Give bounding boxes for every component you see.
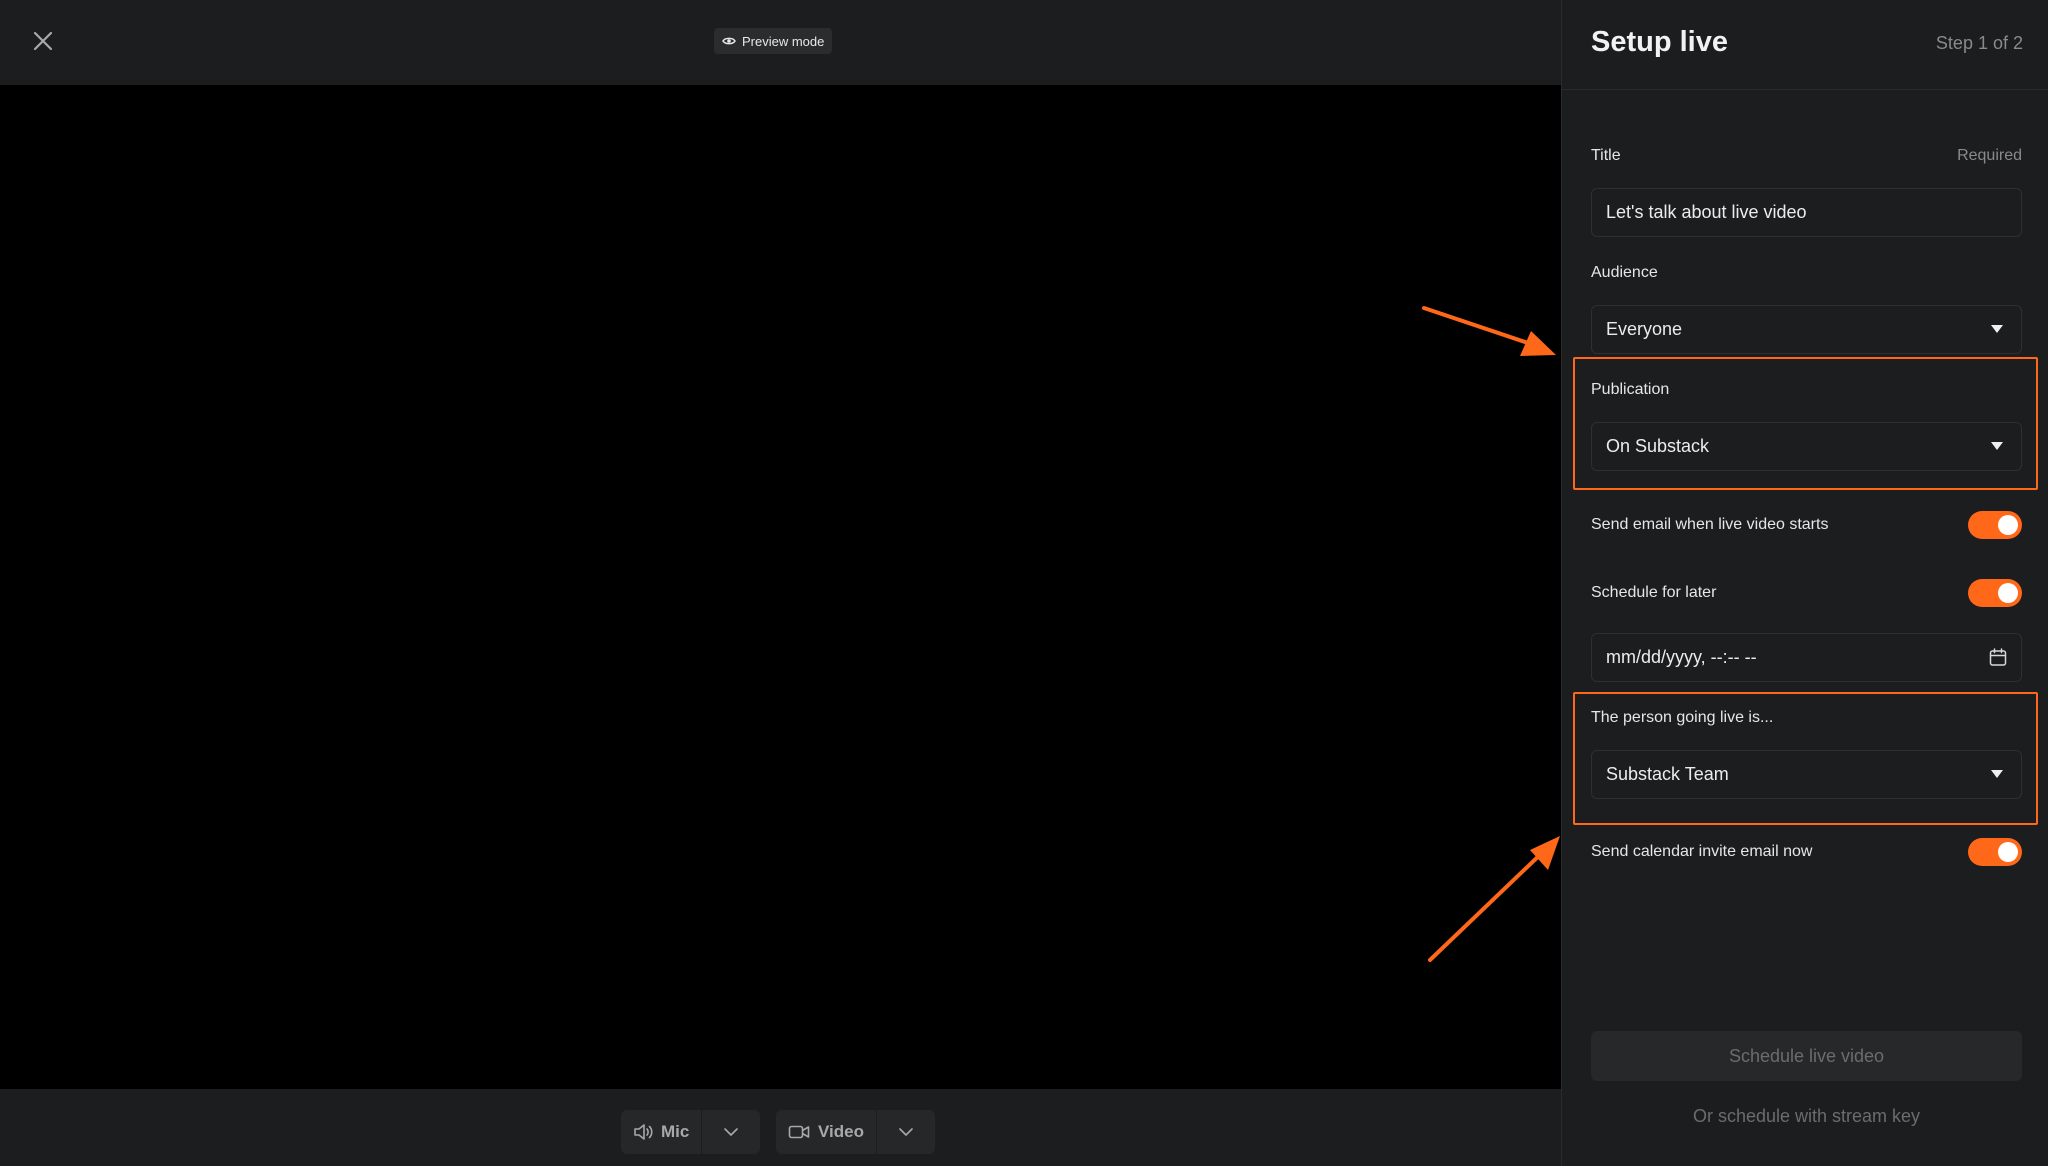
- video-options-button[interactable]: [877, 1110, 935, 1154]
- audience-value: Everyone: [1606, 319, 1683, 339]
- required-hint: Required: [1957, 147, 2022, 164]
- audience-label: Audience: [1591, 264, 1658, 281]
- setup-live-panel: Setup live Step 1 of 2 Title Required Le…: [1561, 0, 2048, 1166]
- datetime-input[interactable]: mm/dd/yyyy, --:-- --: [1591, 633, 2022, 682]
- schedule-later-label: Schedule for later: [1591, 584, 1717, 601]
- calendar-invite-label: Send calendar invite email now: [1591, 843, 1813, 860]
- send-email-toggle[interactable]: [1968, 511, 2022, 539]
- toggle-knob: [1998, 842, 2018, 862]
- camera-icon: [788, 1125, 810, 1139]
- publication-label: Publication: [1591, 381, 1670, 398]
- panel-title: Setup live: [1591, 26, 1728, 58]
- schedule-with-stream-key-link[interactable]: Or schedule with stream key: [1591, 1106, 2022, 1127]
- person-label: The person going live is...: [1591, 709, 1774, 726]
- calendar-icon[interactable]: [1989, 648, 2007, 667]
- video-control-group: Video: [776, 1110, 935, 1154]
- close-button[interactable]: [28, 26, 58, 56]
- datetime-placeholder: mm/dd/yyyy, --:-- --: [1606, 647, 1757, 667]
- chevron-down-icon: [724, 1128, 739, 1136]
- speaker-icon: [634, 1124, 653, 1140]
- preview-mode-label: Preview mode: [742, 33, 825, 49]
- caret-down-icon: [1991, 770, 2003, 778]
- video-label: Video: [818, 1122, 864, 1141]
- video-preview-area: Preview mode Mic Video: [0, 0, 1561, 1166]
- video-stage: [0, 85, 1561, 1089]
- video-button[interactable]: Video: [776, 1110, 876, 1154]
- title-label: Title: [1591, 147, 1621, 164]
- bottom-controls-bar: Mic Video: [0, 1089, 1561, 1166]
- close-icon: [33, 31, 53, 51]
- toggle-knob: [1998, 515, 2018, 535]
- title-input-value: Let's talk about live video: [1606, 202, 1807, 222]
- schedule-live-video-button[interactable]: Schedule live video: [1591, 1031, 2022, 1081]
- caret-down-icon: [1991, 325, 2003, 333]
- mic-button[interactable]: Mic: [621, 1110, 701, 1154]
- eye-icon: [722, 37, 736, 45]
- title-input[interactable]: Let's talk about live video: [1591, 188, 2022, 237]
- mic-control-group: Mic: [621, 1110, 761, 1154]
- schedule-later-toggle[interactable]: [1968, 579, 2022, 607]
- mic-options-button[interactable]: [702, 1110, 760, 1154]
- step-indicator: Step 1 of 2: [1935, 33, 2023, 53]
- caret-down-icon: [1991, 442, 2003, 450]
- send-email-label: Send email when live video starts: [1591, 516, 1829, 533]
- calendar-invite-toggle[interactable]: [1968, 838, 2022, 866]
- top-bar: Preview mode: [0, 0, 1561, 85]
- chevron-down-icon: [899, 1128, 913, 1136]
- person-select[interactable]: Substack Team: [1591, 750, 2022, 799]
- person-value: Substack Team: [1606, 764, 1729, 784]
- publication-value: On Substack: [1606, 436, 1710, 456]
- mic-label: Mic: [661, 1122, 690, 1141]
- panel-header: Setup live Step 1 of 2: [1562, 0, 2048, 90]
- toggle-knob: [1998, 583, 2018, 603]
- preview-mode-badge: Preview mode: [714, 28, 833, 54]
- publication-select[interactable]: On Substack: [1591, 422, 2022, 471]
- audience-select[interactable]: Everyone: [1591, 305, 2022, 354]
